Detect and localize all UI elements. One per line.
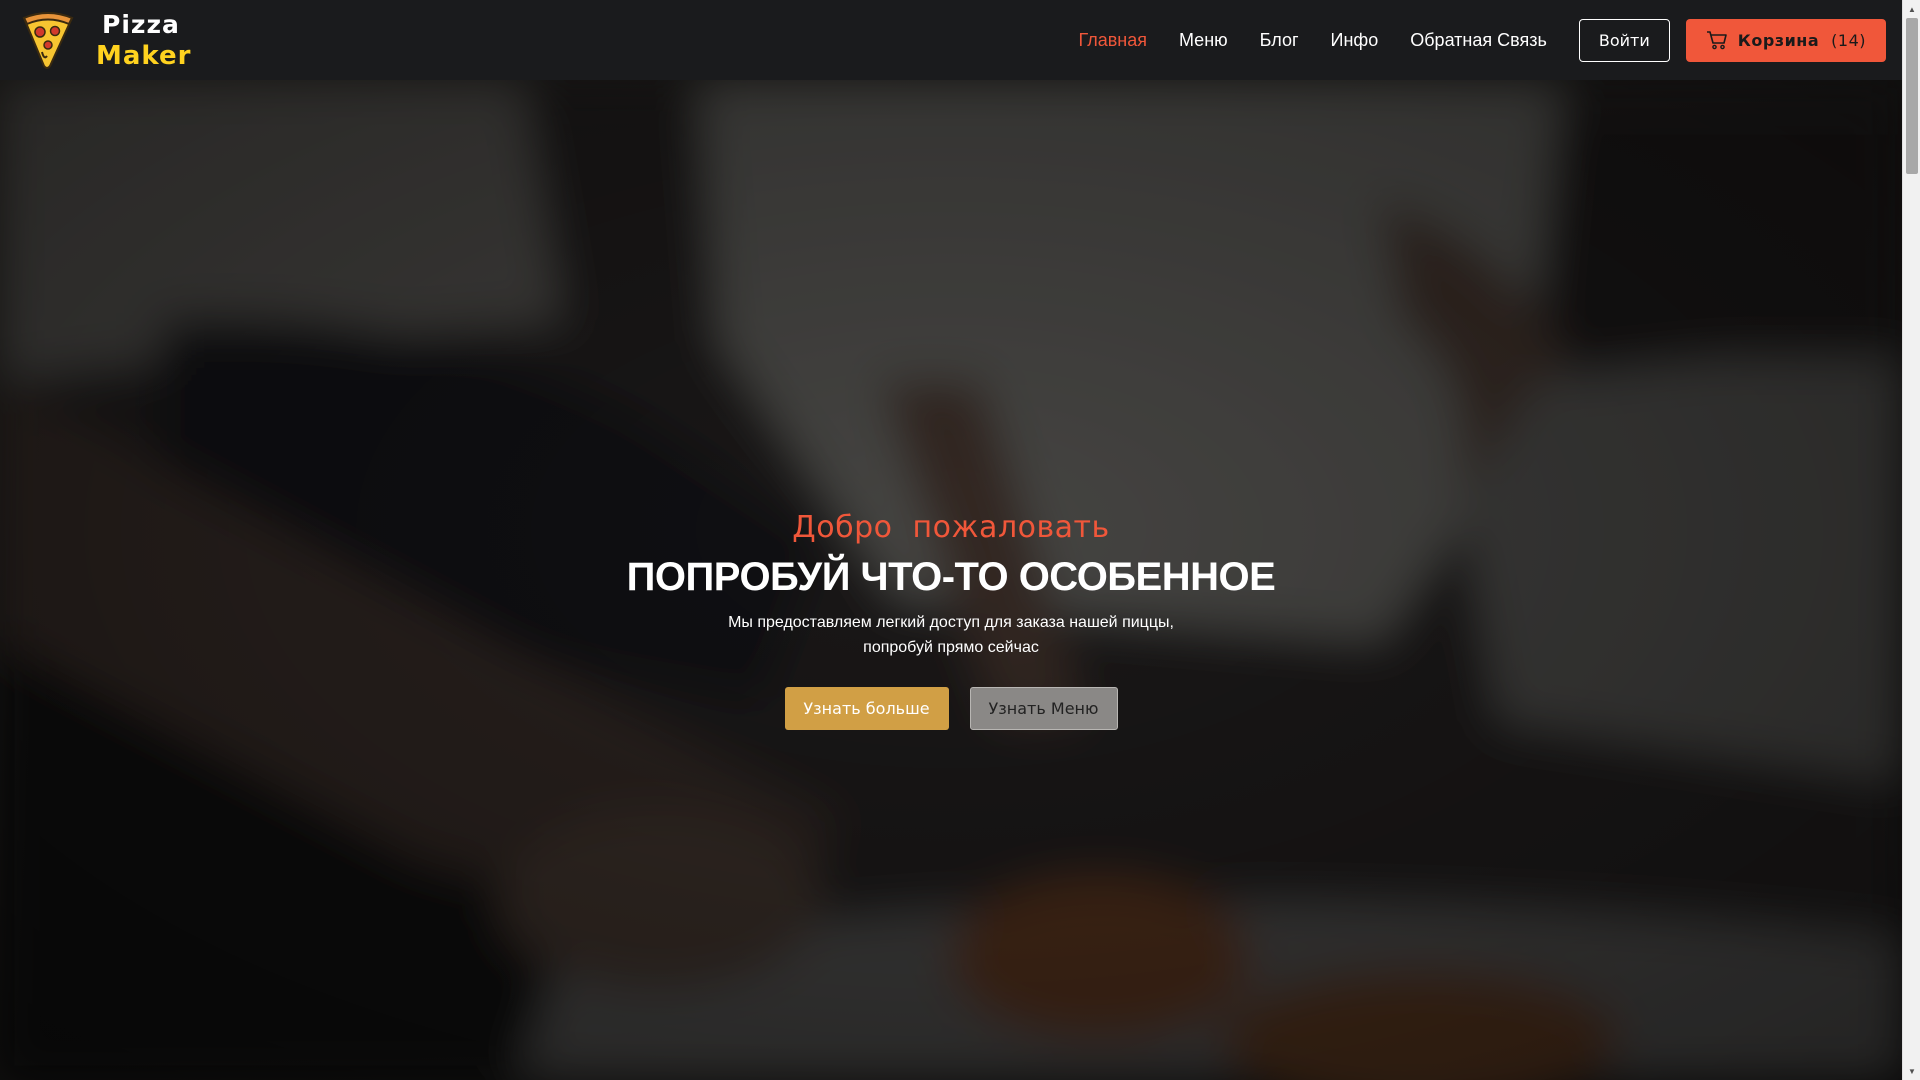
hero-description-line2: попробуй прямо сейчас <box>863 639 1039 656</box>
scroll-down-arrow-icon[interactable]: ▼ <box>1903 1062 1920 1080</box>
cart-button-label: Корзина <box>1737 30 1820 50</box>
cart-count-badge: (14) <box>1831 30 1866 50</box>
learn-more-button[interactable]: Узнать больше <box>784 687 949 730</box>
main-nav: Главная Меню Блог Инфо Обратная Связь <box>1046 0 1546 80</box>
view-menu-button-label: Узнать Меню <box>988 699 1099 718</box>
cart-icon <box>1706 31 1727 50</box>
nav-item-home[interactable]: Главная <box>1078 30 1147 51</box>
learn-more-button-label: Узнать больше <box>803 699 930 718</box>
view-menu-button[interactable]: Узнать Меню <box>969 687 1118 730</box>
brand-name-line2: Maker <box>96 40 192 71</box>
login-button[interactable]: Войти <box>1578 18 1670 62</box>
nav-item-feedback[interactable]: Обратная Связь <box>1410 30 1547 51</box>
scroll-thumb[interactable] <box>1906 18 1918 174</box>
page-scrollbar[interactable]: ▲ ▼ <box>1902 0 1920 1080</box>
nav-item-blog[interactable]: Блог <box>1260 30 1299 51</box>
scroll-up-arrow-icon[interactable]: ▲ <box>1903 0 1920 18</box>
navbar: Pizza Maker Главная Меню Блог Инфо Обрат… <box>0 0 1902 80</box>
login-button-label: Войти <box>1598 30 1650 50</box>
hero-buttons: Узнать больше Узнать Меню <box>0 687 1902 730</box>
cart-button[interactable]: Корзина (14) <box>1685 18 1886 62</box>
nav-item-menu[interactable]: Меню <box>1179 30 1228 51</box>
brand-logo[interactable]: Pizza Maker <box>20 0 191 80</box>
hero-title: ПОПРОБУЙ ЧТО-ТО ОСОБЕННОЕ <box>626 555 1276 599</box>
nav-item-info[interactable]: Инфо <box>1331 30 1379 51</box>
page: Pizza Maker Главная Меню Блог Инфо Обрат… <box>0 0 1920 1080</box>
hero-content: Добро пожаловать ПОПРОБУЙ ЧТО-ТО ОСОБЕНН… <box>0 510 1902 730</box>
hero-section: Добро пожаловать ПОПРОБУЙ ЧТО-ТО ОСОБЕНН… <box>0 80 1902 1080</box>
brand-name-line1: Pizza <box>102 9 180 39</box>
hero-description-line1: Мы предоставляем легкий доступ для заказ… <box>728 614 1174 631</box>
pizza-slice-icon <box>22 12 74 69</box>
hero-description: Мы предоставляем легкий доступ для заказ… <box>691 610 1211 660</box>
hero-welcome-text: Добро пожаловать <box>792 510 1110 545</box>
brand-name: Pizza Maker <box>96 12 191 69</box>
